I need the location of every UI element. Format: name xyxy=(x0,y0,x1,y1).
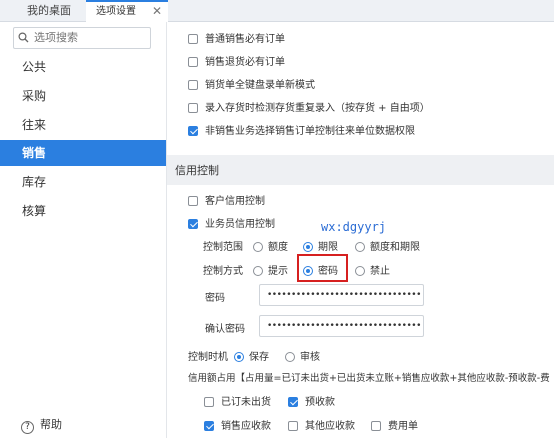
checkbox-checked[interactable] xyxy=(188,126,198,136)
option-label: 销售退货必有订单 xyxy=(205,57,285,68)
option-label: 已订未出货 xyxy=(221,397,271,408)
sidebar-item-label: 核算 xyxy=(22,204,47,218)
option-label: 销售应收款 xyxy=(221,421,271,432)
sidebar: 公共 采购 往来 销售 库存 核算 ? 帮助 xyxy=(0,22,167,438)
radio[interactable] xyxy=(355,242,365,252)
options-panel: 普通销售必有订单 销售退货必有订单 销货单全键盘录单新模式 录入存货时检测存货重… xyxy=(167,22,554,438)
radio-label: 保存 xyxy=(249,352,269,363)
sidebar-item-label: 库存 xyxy=(22,175,47,189)
radio[interactable] xyxy=(253,266,263,276)
radio-scope-amount-and-term[interactable]: 额度和期限 xyxy=(355,238,420,253)
watermark-text: wx:dgyyrj xyxy=(321,220,387,234)
close-icon[interactable]: ✕ xyxy=(152,2,162,21)
checkbox[interactable] xyxy=(288,421,298,431)
radio-label: 禁止 xyxy=(370,266,390,277)
usage-option-sales-receivable[interactable]: 销售应收款 xyxy=(204,417,271,432)
section-title: 信用控制 xyxy=(175,164,219,177)
option-row[interactable]: 销货单全键盘录单新模式 xyxy=(188,76,315,91)
scope-label: 控制范围 xyxy=(203,242,243,253)
checkbox[interactable] xyxy=(188,80,198,90)
timing-label: 控制时机 xyxy=(188,352,228,363)
sidebar-item-inventory[interactable]: 库存 xyxy=(0,169,166,195)
radio-label: 提示 xyxy=(268,266,288,277)
usage-option-other-receivable[interactable]: 其他应收款 xyxy=(288,417,355,432)
checkbox[interactable] xyxy=(204,397,214,407)
option-label: 非销售业务选择销售订单控制往来单位数据权限 xyxy=(205,126,415,137)
radio-method-forbid[interactable]: 禁止 xyxy=(355,262,390,277)
usage-option-expense-bill[interactable]: 费用单 xyxy=(371,417,418,432)
checkbox[interactable] xyxy=(371,421,381,431)
tab-option-settings-label: 选项设置 xyxy=(96,6,136,17)
checkbox-checked[interactable] xyxy=(204,421,214,431)
customer-credit-option[interactable]: 客户信用控制 xyxy=(188,192,265,207)
radio-timing-audit[interactable]: 审核 xyxy=(285,348,320,363)
option-row[interactable]: 普通销售必有订单 xyxy=(188,30,285,45)
confirm-password-label: 确认密码 xyxy=(205,324,245,335)
section-header-credit: 信用控制 xyxy=(167,155,554,185)
sidebar-item-label: 采购 xyxy=(22,89,47,103)
option-label: 普通销售必有订单 xyxy=(205,34,285,45)
option-label: 录入存货时检测存货重复录入（按存货 + 自由项） xyxy=(205,103,430,114)
checkbox[interactable] xyxy=(188,196,198,206)
radio-selected[interactable] xyxy=(234,352,244,362)
option-label: 客户信用控制 xyxy=(205,196,265,207)
tab-my-desktop[interactable]: 我的桌面 xyxy=(14,0,84,21)
checkbox[interactable] xyxy=(188,34,198,44)
search-box xyxy=(13,27,151,49)
radio-scope-term[interactable]: 期限 xyxy=(303,238,338,253)
sidebar-item-public[interactable]: 公共 xyxy=(0,54,166,80)
tab-bar: 我的桌面 选项设置 ✕ xyxy=(0,0,554,22)
sidebar-item-accounting[interactable]: 核算 xyxy=(0,198,166,224)
password-label: 密码 xyxy=(205,293,225,304)
option-label: 业务员信用控制 xyxy=(205,219,275,230)
usage-option-advance-receipt[interactable]: 预收款 xyxy=(288,393,335,408)
radio-label: 额度和期限 xyxy=(370,242,420,253)
option-label: 费用单 xyxy=(388,421,418,432)
salesman-credit-option[interactable]: 业务员信用控制 xyxy=(188,215,275,230)
tab-option-settings[interactable]: 选项设置 ✕ xyxy=(86,0,168,22)
sidebar-item-contacts[interactable]: 往来 xyxy=(0,112,166,138)
sidebar-item-label: 往来 xyxy=(22,118,47,132)
search-icon xyxy=(18,32,29,43)
checkbox-checked[interactable] xyxy=(188,219,198,229)
checkbox[interactable] xyxy=(188,57,198,67)
radio[interactable] xyxy=(355,266,365,276)
method-label: 控制方式 xyxy=(203,266,243,277)
credit-usage-text: 信用额占用【占用量=已订未出货+已出货未立账+销售应收款+其他应收款-预收款-费 xyxy=(188,373,550,384)
highlight-box xyxy=(297,254,348,282)
radio-scope-amount[interactable]: 额度 xyxy=(253,238,288,253)
radio[interactable] xyxy=(285,352,295,362)
option-label: 销货单全键盘录单新模式 xyxy=(205,80,315,91)
help-label: 帮助 xyxy=(40,418,62,431)
confirm-password-field[interactable]: •••••••••••••••••••••••••••••••• xyxy=(259,315,424,337)
help-link[interactable]: ? 帮助 xyxy=(21,416,62,434)
sidebar-item-label: 公共 xyxy=(22,60,47,74)
sidebar-item-purchase[interactable]: 采购 xyxy=(0,83,166,109)
sidebar-item-sales[interactable]: 销售 xyxy=(0,140,166,166)
radio-selected[interactable] xyxy=(303,242,313,252)
option-label: 预收款 xyxy=(305,397,335,408)
option-row[interactable]: 录入存货时检测存货重复录入（按存货 + 自由项） xyxy=(188,99,430,114)
radio-label: 期限 xyxy=(318,242,338,253)
radio-method-prompt[interactable]: 提示 xyxy=(253,262,288,277)
radio-label: 额度 xyxy=(268,242,288,253)
usage-option-ordered-not-shipped[interactable]: 已订未出货 xyxy=(204,393,271,408)
search-input[interactable] xyxy=(34,29,144,45)
sidebar-item-label: 销售 xyxy=(22,146,47,160)
help-icon: ? xyxy=(21,421,34,434)
password-field[interactable]: •••••••••••••••••••••••••••••••• xyxy=(259,284,424,306)
checkbox-checked[interactable] xyxy=(288,397,298,407)
radio[interactable] xyxy=(253,242,263,252)
radio-timing-save[interactable]: 保存 xyxy=(234,348,269,363)
checkbox[interactable] xyxy=(188,103,198,113)
option-row[interactable]: 非销售业务选择销售订单控制往来单位数据权限 xyxy=(188,122,415,137)
option-label: 其他应收款 xyxy=(305,421,355,432)
radio-label: 审核 xyxy=(300,352,320,363)
option-row[interactable]: 销售退货必有订单 xyxy=(188,53,285,68)
